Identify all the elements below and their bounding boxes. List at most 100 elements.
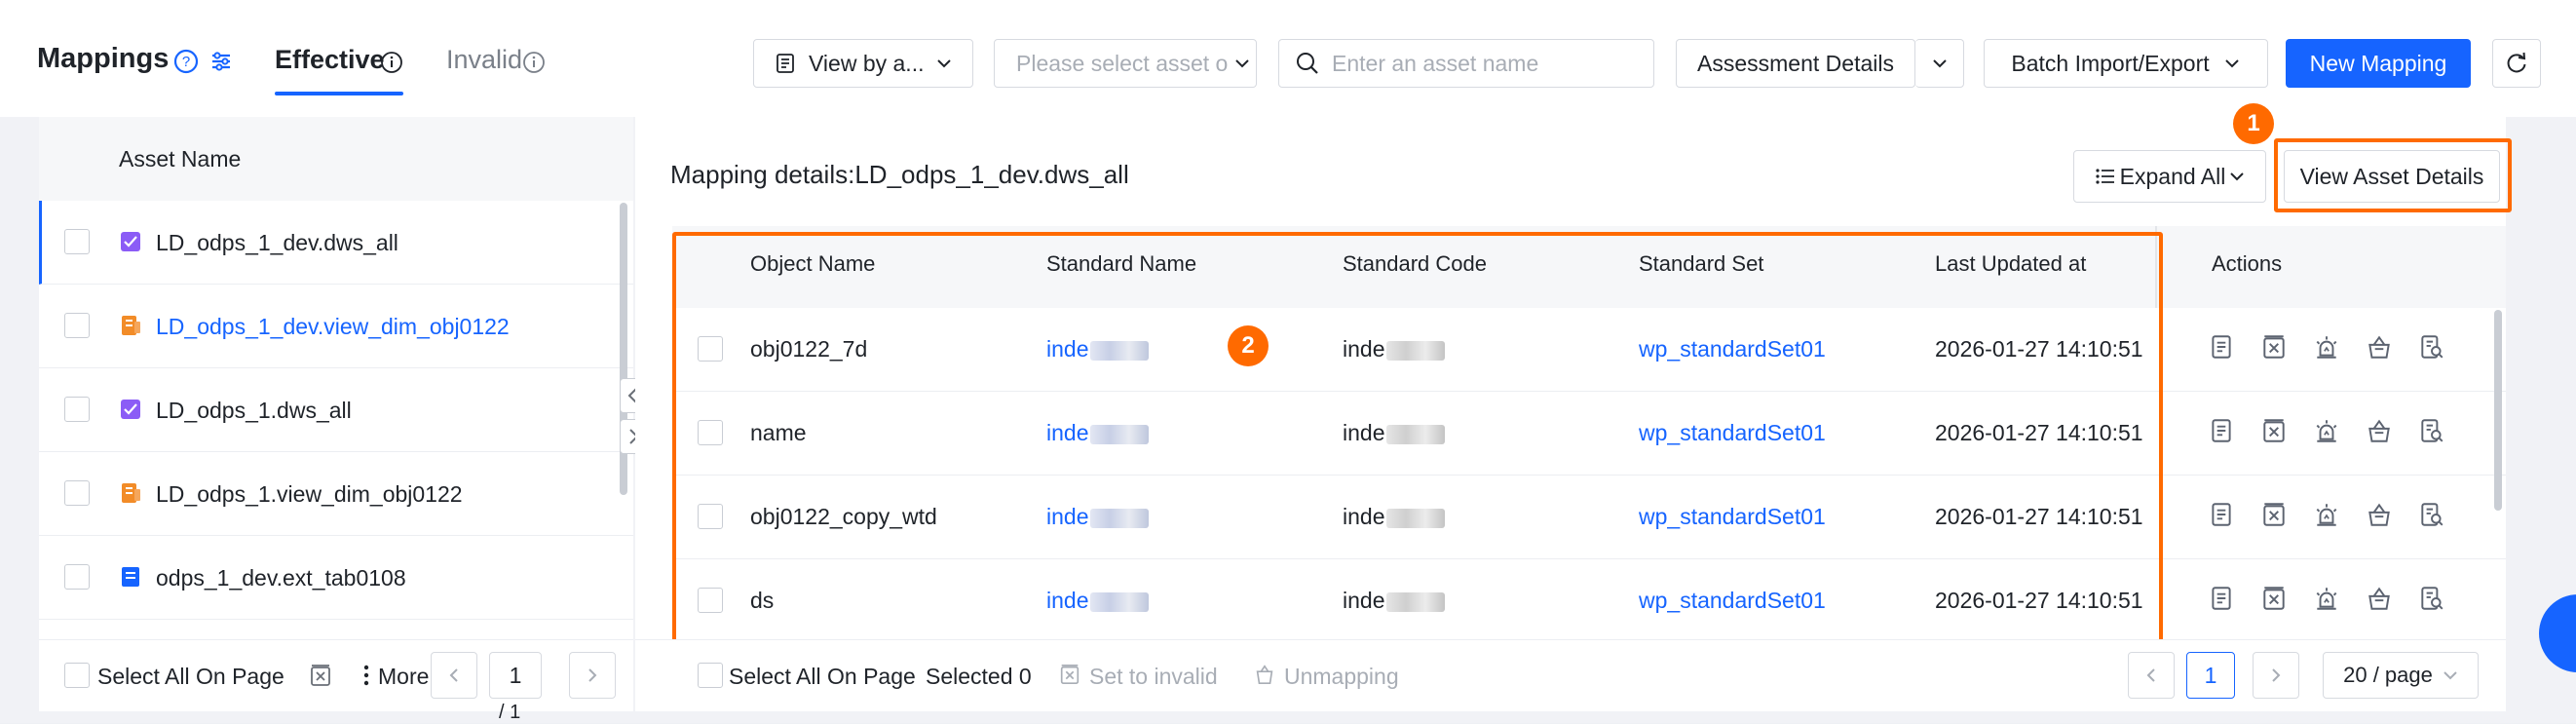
table-purple-icon bbox=[121, 232, 140, 251]
chevron-down-icon bbox=[937, 59, 952, 68]
refresh-button[interactable] bbox=[2492, 39, 2541, 88]
assessment-dropdown-button[interactable] bbox=[1915, 39, 1964, 88]
search-icon bbox=[1297, 53, 1318, 74]
list-icon bbox=[2096, 169, 2114, 184]
column-header-actions: Actions bbox=[2212, 251, 2283, 276]
alarm-icon[interactable] bbox=[2313, 417, 2340, 444]
alarm-icon[interactable] bbox=[2313, 501, 2340, 528]
select-all-checkbox[interactable] bbox=[64, 663, 90, 688]
select-all-label[interactable]: Select All On Page bbox=[97, 664, 284, 690]
chevron-down-icon bbox=[1932, 59, 1947, 68]
unmapping-icon[interactable] bbox=[2366, 585, 2393, 612]
row-checkbox[interactable] bbox=[64, 313, 90, 338]
view-by-value: View by a... bbox=[809, 50, 925, 76]
asset-name-column-header: Asset Name bbox=[119, 146, 242, 171]
row-checkbox[interactable] bbox=[64, 397, 90, 422]
chevron-down-icon bbox=[2224, 59, 2239, 68]
mapping-details-title: Mapping details:LD_odps_1_dev.dws_all bbox=[670, 160, 1129, 189]
chevron-down-icon bbox=[2443, 671, 2457, 680]
prev-page-button[interactable] bbox=[431, 652, 477, 699]
inspect-icon[interactable] bbox=[2418, 417, 2445, 444]
unmapping-button[interactable]: Unmapping bbox=[1284, 664, 1399, 690]
asset-name: LD_odps_1_dev.dws_all bbox=[156, 230, 398, 255]
current-page[interactable]: 1 bbox=[2186, 652, 2235, 699]
assessment-label: Assessment Details bbox=[1697, 50, 1894, 76]
info-icon bbox=[381, 52, 402, 73]
alarm-icon[interactable] bbox=[2313, 585, 2340, 612]
asset-select[interactable]: Please select asset o bbox=[994, 39, 1257, 88]
invalid-icon bbox=[1060, 664, 1080, 685]
table-scrollbar[interactable] bbox=[2494, 310, 2502, 511]
highlight-box-1 bbox=[2274, 138, 2512, 212]
help-icon[interactable]: ? bbox=[173, 49, 199, 74]
inspect-icon[interactable] bbox=[2418, 333, 2445, 361]
row-checkbox[interactable] bbox=[64, 480, 90, 506]
invalid-icon[interactable] bbox=[2260, 501, 2288, 528]
inspect-icon[interactable] bbox=[2418, 501, 2445, 528]
chevron-down-icon bbox=[2230, 172, 2245, 181]
view-by-select[interactable]: View by a... bbox=[753, 39, 973, 88]
row-checkbox[interactable] bbox=[64, 564, 90, 590]
set-to-invalid-button[interactable]: Set to invalid bbox=[1089, 664, 1218, 690]
page-size-select[interactable]: 20 / page bbox=[2323, 652, 2479, 699]
table-blue-icon bbox=[122, 567, 139, 587]
detail-icon[interactable] bbox=[2208, 333, 2235, 361]
view-orange-icon bbox=[122, 316, 140, 335]
chevron-down-icon bbox=[1235, 59, 1250, 68]
select-all-checkbox[interactable] bbox=[698, 663, 723, 688]
step-badge-2: 2 bbox=[1228, 325, 1269, 366]
page-size-value: 20 / page bbox=[2343, 663, 2433, 687]
selected-count: Selected 0 bbox=[926, 664, 1032, 689]
unmapping-icon[interactable] bbox=[2366, 417, 2393, 444]
invalid-icon[interactable] bbox=[308, 663, 333, 688]
detail-icon[interactable] bbox=[2208, 417, 2235, 444]
next-page-button[interactable] bbox=[2253, 652, 2299, 699]
tab-active-indicator bbox=[275, 92, 403, 95]
step-badge-1: 1 bbox=[2233, 103, 2274, 144]
detail-icon[interactable] bbox=[2208, 585, 2235, 612]
select-all-label[interactable]: Select All On Page bbox=[729, 664, 916, 690]
highlight-box-2 bbox=[672, 232, 2163, 645]
more-vertical-icon[interactable] bbox=[360, 663, 372, 688]
asset-search-input[interactable]: Enter an asset name bbox=[1278, 39, 1654, 88]
invalid-icon[interactable] bbox=[2260, 417, 2288, 444]
invalid-icon[interactable] bbox=[2260, 585, 2288, 612]
tab-effective[interactable]: Effective bbox=[275, 45, 385, 75]
batch-label: Batch Import/Export bbox=[2011, 50, 2210, 76]
table-purple-icon bbox=[121, 400, 140, 419]
view-orange-icon bbox=[122, 483, 140, 503]
refresh-icon bbox=[2507, 52, 2526, 73]
asset-name: LD_odps_1.dws_all bbox=[156, 398, 352, 423]
alarm-icon[interactable] bbox=[2313, 333, 2340, 361]
inspect-icon[interactable] bbox=[2418, 585, 2445, 612]
unmapping-icon[interactable] bbox=[2366, 501, 2393, 528]
tab-invalid[interactable]: Invalid bbox=[446, 45, 522, 75]
asset-name: LD_odps_1.view_dim_obj0122 bbox=[156, 481, 463, 507]
batch-import-export-button[interactable]: Batch Import/Export bbox=[1984, 39, 2268, 88]
more-button[interactable]: More bbox=[378, 664, 429, 690]
chevron-left-icon bbox=[2146, 668, 2155, 682]
prev-page-button[interactable] bbox=[2128, 652, 2175, 699]
info-icon bbox=[523, 52, 545, 73]
new-mapping-button[interactable]: New Mapping bbox=[2286, 39, 2471, 88]
chevron-left-icon bbox=[449, 668, 458, 682]
svg-text:?: ? bbox=[182, 54, 190, 70]
expand-all-label: Expand All bbox=[2119, 163, 2226, 189]
page-number-input[interactable]: 1 bbox=[489, 652, 542, 699]
invalid-icon[interactable] bbox=[2260, 333, 2288, 361]
row-checkbox[interactable] bbox=[64, 229, 90, 254]
chevron-right-icon bbox=[588, 668, 597, 682]
assessment-details-button[interactable]: Assessment Details bbox=[1676, 39, 1915, 88]
detail-icon[interactable] bbox=[2208, 501, 2235, 528]
expand-all-button[interactable]: Expand All bbox=[2073, 150, 2266, 203]
asset-select-placeholder: Please select asset o bbox=[1016, 50, 1229, 76]
unmapping-icon[interactable] bbox=[2366, 333, 2393, 361]
list-icon bbox=[777, 54, 794, 73]
settings-sliders-icon[interactable] bbox=[208, 49, 234, 74]
page-total: / 1 bbox=[499, 702, 521, 723]
asset-name[interactable]: LD_odps_1_dev.view_dim_obj0122 bbox=[156, 314, 510, 340]
next-page-button[interactable] bbox=[569, 652, 616, 699]
chevron-right-icon bbox=[2272, 668, 2281, 682]
search-placeholder: Enter an asset name bbox=[1332, 50, 1539, 76]
page-title: Mappings bbox=[37, 43, 170, 74]
